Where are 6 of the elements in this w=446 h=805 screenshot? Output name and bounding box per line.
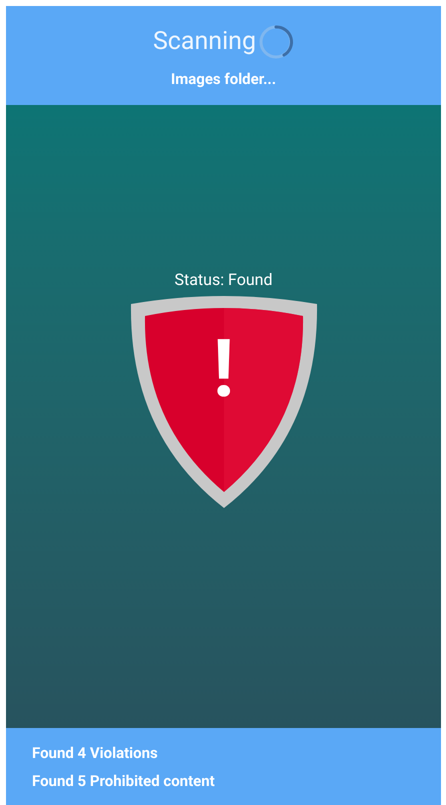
header-subtitle: Images folder... [170,69,276,90]
finding-text: Found 5 Prohibited content [32,770,216,790]
finding-text: Found 4 Violations [32,742,159,762]
exclamation-mark: ! [212,324,236,414]
header-title: Scanning [152,26,256,58]
status-label: Status: Found [174,270,273,290]
